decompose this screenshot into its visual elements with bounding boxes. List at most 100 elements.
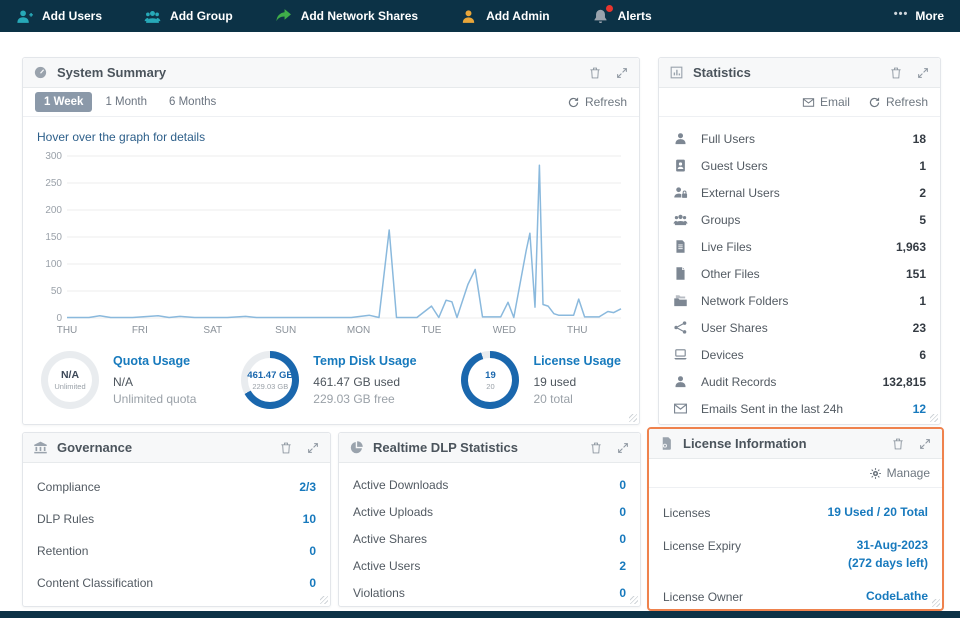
panel-header: Statistics — [659, 58, 940, 88]
panel-title: Realtime DLP Statistics — [373, 440, 518, 455]
stat-label: Groups — [701, 213, 740, 227]
stat-value: 1 — [919, 159, 926, 173]
resize-handle[interactable] — [320, 596, 328, 604]
expand-icon[interactable] — [918, 437, 932, 451]
svg-text:WED: WED — [493, 325, 516, 336]
realtime-dlp-panel: Realtime DLP Statistics Active Downloads… — [338, 432, 641, 607]
summary-stat-title[interactable]: License Usage — [533, 354, 621, 368]
trash-icon[interactable] — [889, 66, 903, 80]
expand-icon[interactable] — [616, 441, 630, 455]
topbar-item-label: Add Group — [170, 9, 233, 23]
topbar-item[interactable]: Add Network Shares — [275, 8, 418, 25]
badge-icon — [673, 158, 688, 173]
license-label: License Expiry — [663, 537, 741, 553]
governance-value[interactable]: 10 — [303, 512, 316, 526]
resize-handle[interactable] — [629, 414, 637, 422]
svg-text:THU: THU — [57, 325, 78, 336]
resize-handle[interactable] — [630, 596, 638, 604]
dlp-value[interactable]: 2 — [619, 559, 626, 573]
pie-icon — [349, 440, 364, 455]
email-button[interactable]: Email — [802, 95, 850, 109]
dlp-value[interactable]: 0 — [619, 586, 626, 600]
governance-value[interactable]: 0 — [309, 576, 316, 590]
license-value-extra: (272 days left) — [848, 556, 928, 570]
governance-row: Retention 0 — [23, 535, 330, 567]
bottom-bar — [0, 611, 960, 618]
expand-icon[interactable] — [306, 441, 320, 455]
stat-value: 1 — [919, 294, 926, 308]
tab-6-months[interactable]: 6 Months — [160, 92, 225, 112]
governance-value[interactable]: 0 — [309, 544, 316, 558]
gauge-icon — [33, 65, 48, 80]
governance-value[interactable]: 2/3 — [299, 480, 316, 494]
statistics-list: Full Users 18 Guest Users 1 External Use… — [659, 117, 940, 422]
dlp-row: Active Shares 0 — [339, 525, 640, 552]
trash-icon[interactable] — [588, 66, 602, 80]
summary-stat-line2: 20 total — [533, 392, 621, 406]
manage-button[interactable]: Manage — [869, 466, 930, 480]
topbar-item[interactable]: Add Group — [144, 8, 233, 25]
dlp-value[interactable]: 0 — [619, 532, 626, 546]
dlp-row: Violations 0 — [339, 579, 640, 606]
stat-row: Devices 6 — [659, 341, 940, 368]
stat-value: 132,815 — [883, 375, 926, 389]
stat-row: Guest Users 1 — [659, 152, 940, 179]
governance-list: Compliance 2/3 DLP Rules 10 Retention 0 … — [23, 463, 330, 599]
tab-1-week[interactable]: 1 Week — [35, 92, 92, 112]
donut-primary-value: N/A — [61, 369, 79, 381]
chart-hint: Hover over the graph for details — [37, 130, 625, 144]
trash-icon[interactable] — [279, 441, 293, 455]
resize-handle[interactable] — [930, 414, 938, 422]
trash-icon[interactable] — [589, 441, 603, 455]
stat-label: Emails Sent in the last 24h — [701, 402, 843, 416]
summary-stat-line1: 461.47 GB used — [313, 375, 416, 389]
resize-handle[interactable] — [932, 599, 940, 607]
more-label: More — [915, 9, 944, 23]
svg-text:250: 250 — [45, 178, 62, 189]
folders-icon — [673, 293, 688, 308]
tab-1-month[interactable]: 1 Month — [96, 92, 156, 112]
laptop-icon — [673, 347, 688, 362]
stat-row: External Users 2 — [659, 179, 940, 206]
topbar-item[interactable]: Add Users — [16, 8, 102, 25]
stat-label: Other Files — [701, 267, 760, 281]
refresh-icon — [868, 96, 881, 109]
governance-row: Content Classification 0 — [23, 567, 330, 599]
summary-stat: 19 20 License Usage 19 used 20 total — [461, 351, 621, 409]
donut-gauge: 461.47 GB 229.03 GB — [241, 351, 299, 409]
dlp-value[interactable]: 0 — [619, 505, 626, 519]
stat-value: 18 — [913, 132, 926, 146]
summary-stat-title[interactable]: Temp Disk Usage — [313, 354, 416, 368]
refresh-button[interactable]: Refresh — [567, 95, 627, 109]
license-value: 31-Aug-2023 — [857, 538, 928, 552]
expand-icon[interactable] — [916, 66, 930, 80]
refresh-button[interactable]: Refresh — [868, 95, 928, 109]
summary-stat-title[interactable]: Quota Usage — [113, 354, 196, 368]
stat-value: 5 — [919, 213, 926, 227]
stat-value: 151 — [906, 267, 926, 281]
dlp-value[interactable]: 0 — [619, 478, 626, 492]
trash-icon[interactable] — [891, 437, 905, 451]
topbar-item[interactable]: Add Admin — [460, 8, 550, 25]
gear-icon — [869, 467, 882, 480]
stat-label: Live Files — [701, 240, 752, 254]
stat-row: Network Folders 1 — [659, 287, 940, 314]
expand-icon[interactable] — [615, 66, 629, 80]
stat-value: 2 — [919, 186, 926, 200]
svg-text:300: 300 — [45, 151, 62, 162]
license-label: Licenses — [663, 504, 710, 520]
summary-stat: N/A Unlimited Quota Usage N/A Unlimited … — [41, 351, 196, 409]
panel-header: System Summary — [23, 58, 639, 88]
panel-title: License Information — [683, 436, 807, 451]
activity-line-chart[interactable]: 050100150200250300THUFRISATSUNMONTUEWEDT… — [37, 148, 627, 340]
add-group-icon — [144, 8, 161, 25]
topbar-item[interactable]: Alerts — [592, 8, 652, 25]
summary-stat-line1: N/A — [113, 375, 196, 389]
license-icon — [659, 436, 674, 451]
time-range-tabs: 1 Week 1 Month 6 Months Refresh — [23, 88, 639, 117]
stat-row: Audit Records 132,815 — [659, 368, 940, 395]
stat-row: Live Files 1,963 — [659, 233, 940, 260]
governance-row: DLP Rules 10 — [23, 503, 330, 535]
dlp-row: Active Uploads 0 — [339, 498, 640, 525]
more-button[interactable]: ••• More — [894, 9, 944, 23]
